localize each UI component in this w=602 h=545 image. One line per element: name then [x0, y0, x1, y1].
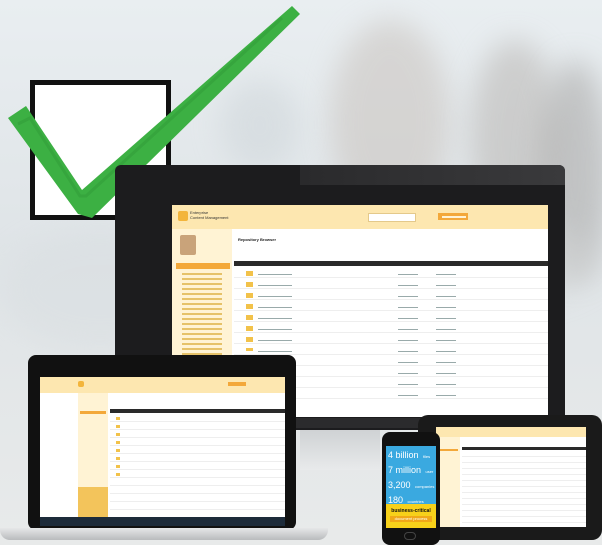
logout-button[interactable] [442, 216, 466, 218]
phone-home-button [404, 532, 416, 540]
file-sizes [436, 274, 456, 404]
file-names [258, 274, 292, 354]
tablet-screen [436, 427, 586, 527]
stat-small: companies [414, 484, 435, 489]
stat-small: user [425, 469, 434, 474]
monitor-glare [300, 165, 565, 185]
sidebar-nav[interactable] [438, 449, 458, 451]
laptop-screen [40, 377, 285, 517]
phone-stats: 4 billion files 7 million user 3,200 com… [386, 446, 436, 508]
laptop-base [0, 528, 328, 540]
sidebar-nav[interactable] [80, 411, 106, 414]
app-logo [78, 381, 84, 387]
phone-screen: 4 billion files 7 million user 3,200 com… [386, 446, 436, 528]
search-input[interactable] [368, 213, 416, 222]
page-title: Repository Browser [238, 237, 277, 242]
file-table [110, 414, 285, 514]
stat-big: 7 million [388, 465, 422, 475]
table-header [110, 409, 285, 413]
stat-big: 3,200 [388, 480, 411, 490]
app-logo [178, 211, 188, 221]
app-title: Enterprise Content Management [190, 210, 229, 220]
table-header [462, 447, 586, 450]
search-button[interactable] [228, 382, 246, 386]
folder-icons [246, 271, 253, 351]
file-dates [398, 274, 418, 404]
sidebar-footer [78, 487, 108, 517]
monitor-stand [300, 430, 380, 470]
avatar [180, 235, 196, 255]
stat-big: 4 billion [388, 450, 419, 460]
sidebar-nav[interactable] [176, 263, 230, 269]
phone-banner: business-critical document process [386, 504, 436, 528]
stat-small: files [422, 454, 431, 459]
table-header [234, 261, 548, 266]
file-table [462, 451, 586, 525]
laptop-taskbar [40, 517, 285, 526]
folder-icons [116, 417, 120, 477]
